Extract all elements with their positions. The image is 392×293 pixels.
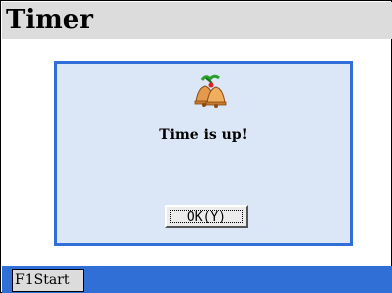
app-window: Timer Time is up! OK(Y) F1Start [0, 0, 392, 293]
ok-button-label: OK(Y) [170, 210, 243, 224]
title-bar: Timer [2, 2, 392, 39]
start-button[interactable]: F1Start [12, 269, 84, 292]
alert-message: Time is up! [159, 127, 248, 143]
ok-button[interactable]: OK(Y) [165, 205, 248, 228]
bell-icon [192, 74, 228, 108]
timer-alert-dialog: Time is up! OK(Y) [54, 61, 353, 246]
taskbar: F1Start [2, 266, 392, 293]
window-title: Timer [6, 5, 93, 35]
